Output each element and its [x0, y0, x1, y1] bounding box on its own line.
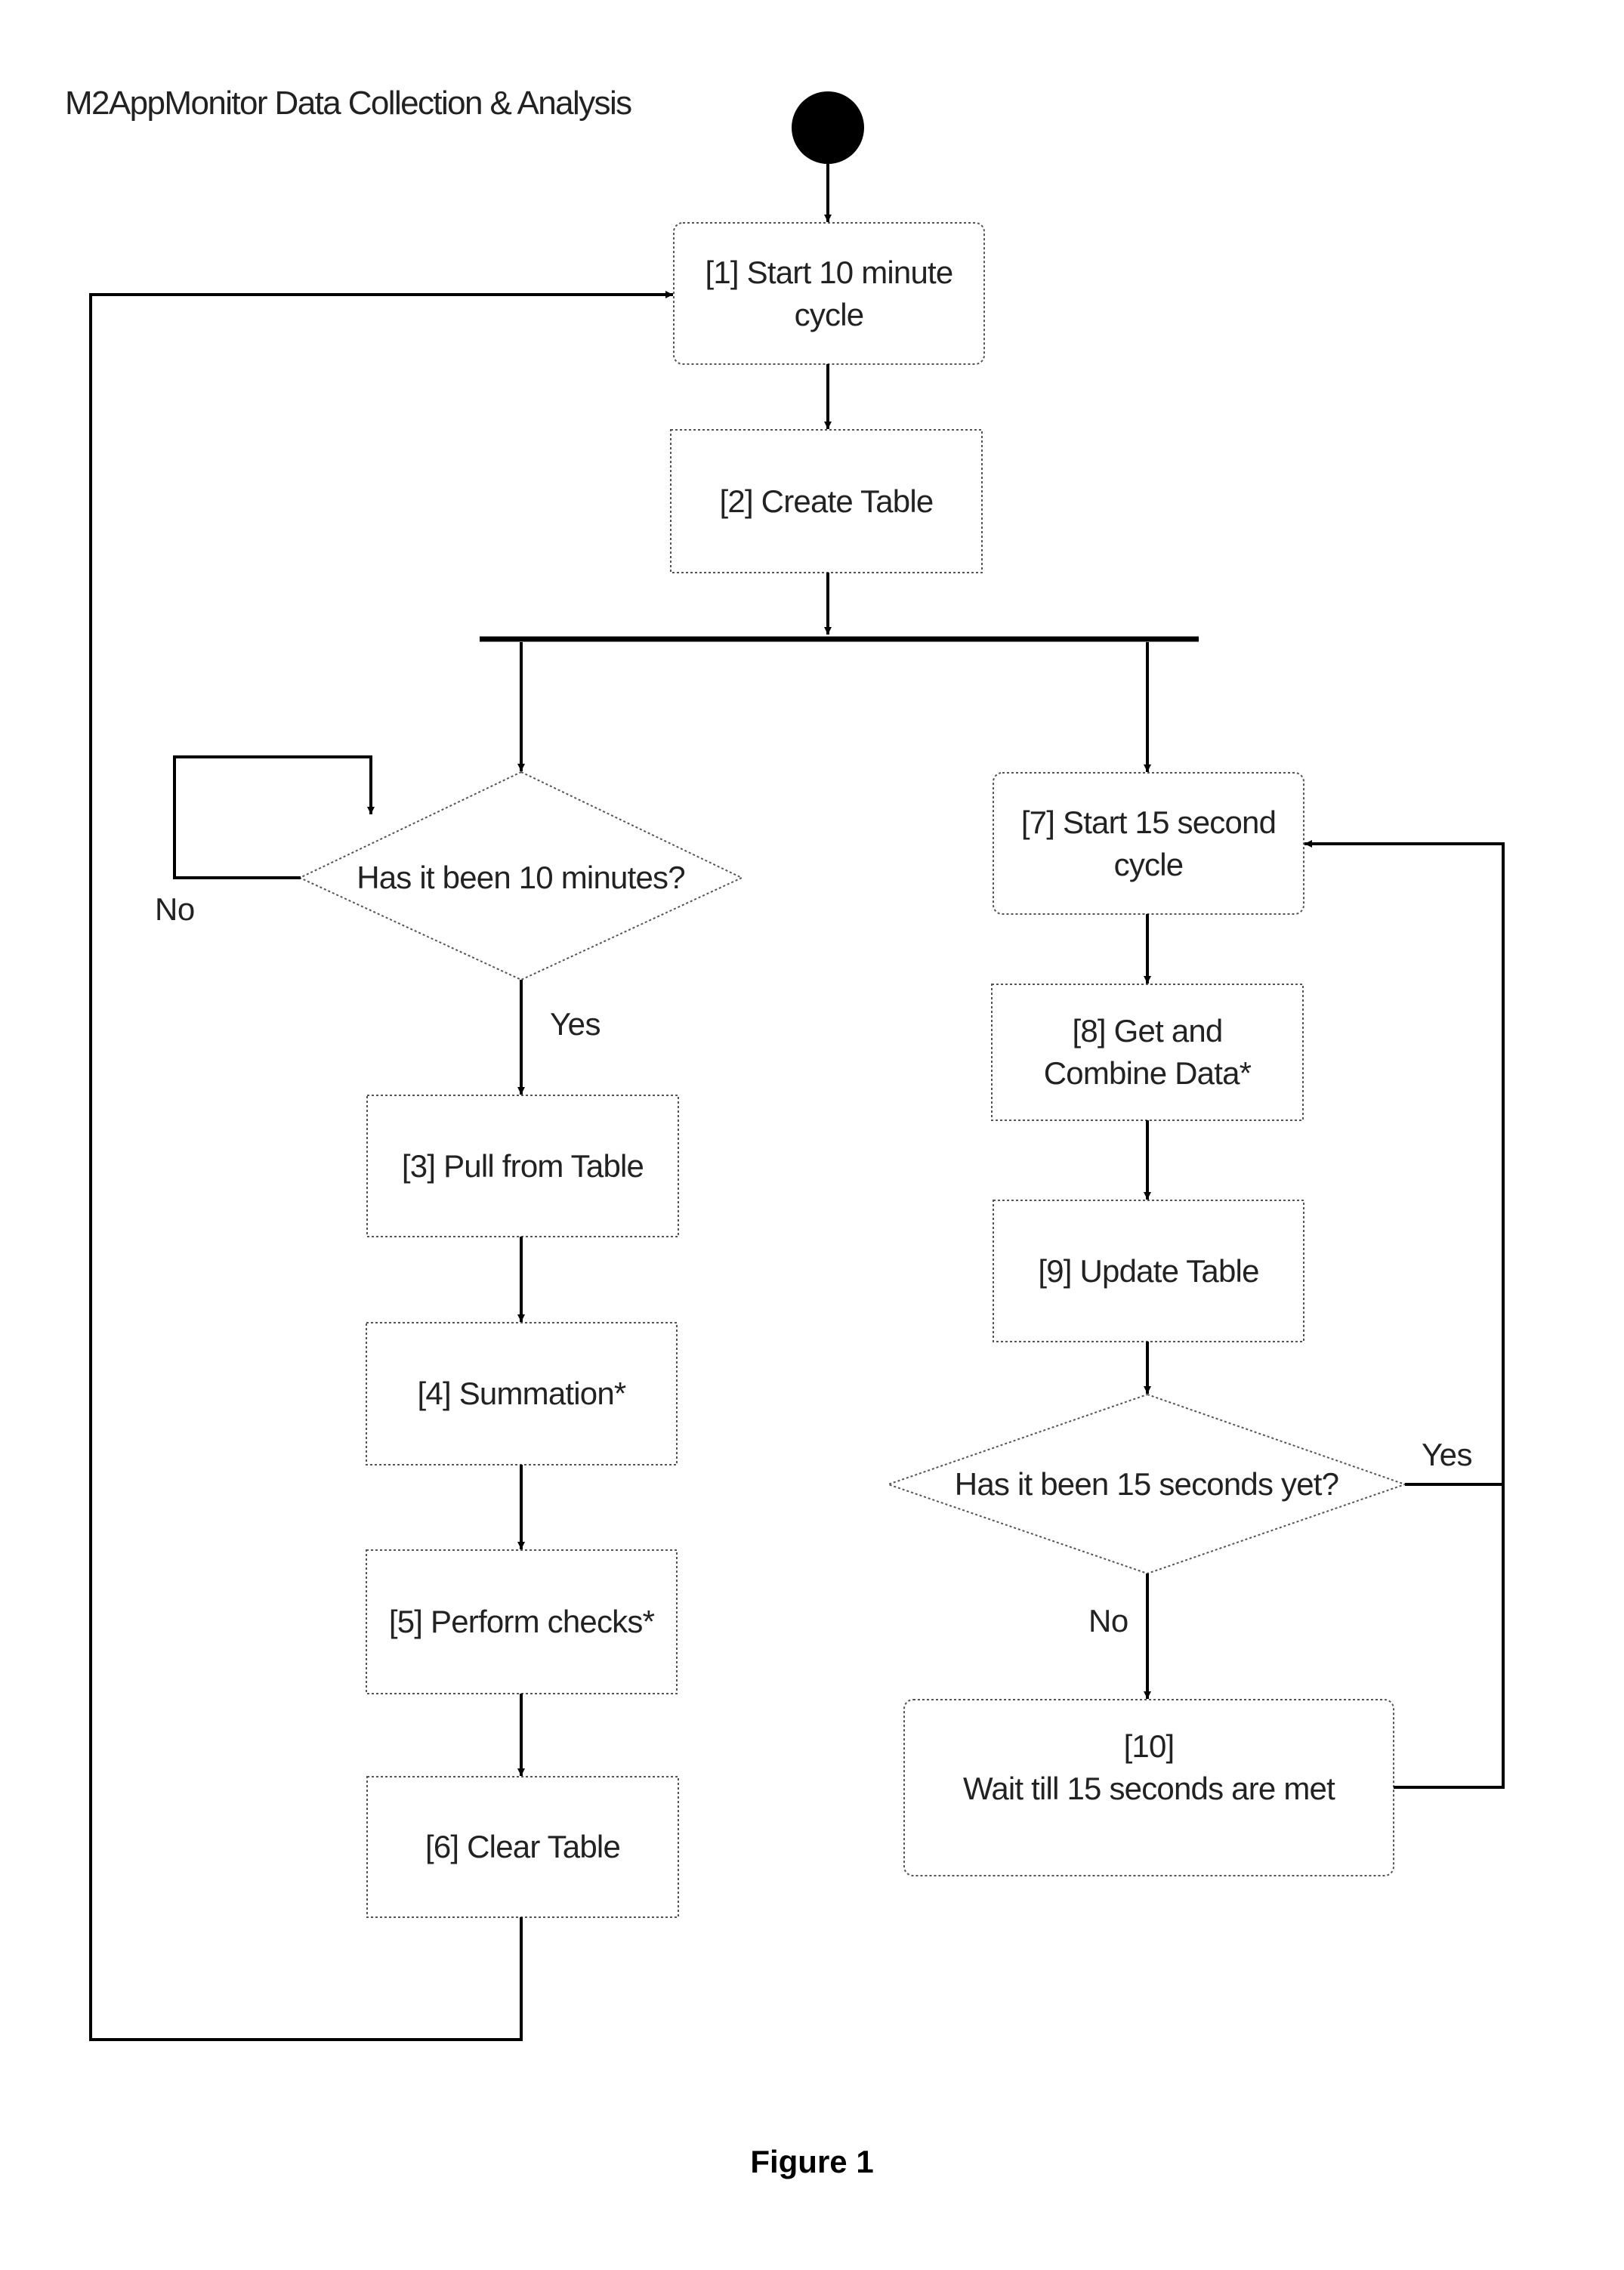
node-4-label: [4] Summation* [417, 1376, 627, 1411]
figure-caption: Figure 1 [750, 2144, 874, 2179]
figure-page: M2AppMonitor Data Collection & Analysis [0, 0, 1624, 2270]
decision-2-no-label: No [1088, 1603, 1128, 1638]
node-6-label: [6] Clear Table [425, 1829, 621, 1864]
node-2-label: [2] Create Table [719, 483, 934, 519]
edge-n10-to-n7-return [1304, 840, 1505, 1789]
node-3-label: [3] Pull from Table [401, 1147, 644, 1184]
node-7-label: [7] Start 15 second cycle [1020, 804, 1277, 882]
initial-node [792, 91, 864, 164]
decision-2-label: Has it been 15 seconds yet? [954, 1466, 1339, 1502]
decision-1-yes-label: Yes [550, 1006, 601, 1042]
node-1-label: [1] Start 10 minute cycle [705, 254, 954, 332]
node-8-label: [8] Get and Combine Data* [1043, 1013, 1252, 1091]
node-9-label: [9] Update Table [1038, 1252, 1259, 1289]
decision-2-yes-label: Yes [1422, 1437, 1473, 1472]
decision-1-label: Has it been 10 minutes? [357, 860, 685, 895]
decision-1-no-label: No [155, 891, 195, 927]
node-5-label: [5] Perform checks* [388, 1604, 655, 1639]
node-10-label: [10] Wait till 15 seconds are met [963, 1728, 1335, 1806]
